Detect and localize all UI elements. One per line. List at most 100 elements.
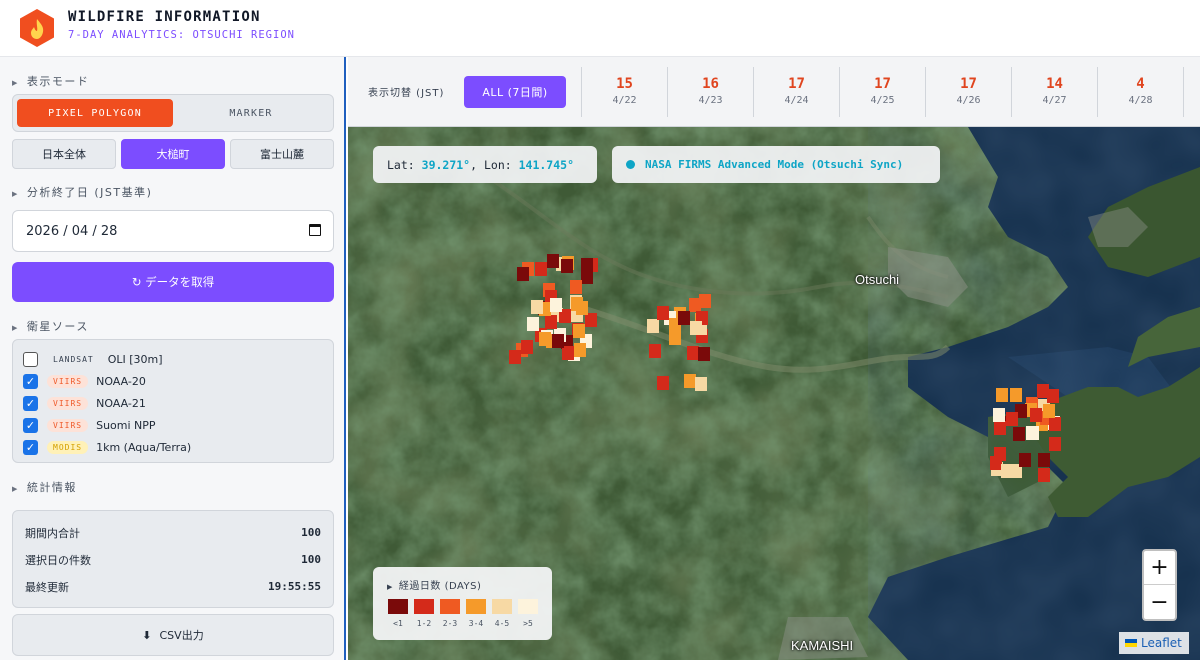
legend-label: 3-4 (468, 619, 484, 628)
fire-pixel[interactable] (509, 350, 521, 364)
marker-button[interactable]: MARKER (173, 99, 329, 127)
fire-pixel[interactable] (562, 346, 574, 360)
fire-pixel[interactable] (531, 300, 543, 314)
fire-pixel[interactable] (1030, 408, 1042, 422)
attribution-link[interactable]: Leaflet (1141, 636, 1182, 650)
fire-pixel[interactable] (585, 313, 597, 327)
fire-pixel[interactable] (657, 306, 669, 320)
end-date-input[interactable]: 2026 / 04 / 28 (12, 210, 334, 252)
fire-pixel[interactable] (669, 331, 681, 345)
fire-pixel[interactable] (581, 270, 593, 284)
zoom-in-button[interactable]: + (1144, 551, 1175, 585)
fire-pixel[interactable] (571, 297, 583, 311)
satellite-source-list: LANDSAT OLI [30m] ✓ VIIRS NOAA-20 ✓ VIIR… (12, 339, 334, 463)
region-fuji-button[interactable]: 富士山麓 (230, 139, 334, 169)
region-japan-button[interactable]: 日本全体 (12, 139, 116, 169)
checkbox-noaa20[interactable]: ✓ (23, 373, 38, 389)
day-tab-4-27[interactable]: 14 4/27 (1011, 67, 1097, 117)
fire-pixel[interactable] (1013, 427, 1025, 441)
checkbox-suomi[interactable]: ✓ (23, 417, 38, 433)
day-tab-4-26[interactable]: 17 4/26 (925, 67, 1011, 117)
firms-status-text: NASA FIRMS Advanced Mode (Otsuchi Sync) (645, 158, 904, 171)
all-days-button[interactable]: ALL (7日間) (464, 76, 566, 108)
fire-pixel[interactable] (535, 262, 547, 276)
day-tab-4-22[interactable]: 15 4/22 (581, 67, 667, 117)
checkbox-modis[interactable]: ✓ (23, 439, 38, 455)
fire-pixel[interactable] (1038, 468, 1050, 482)
legend-label: 4-5 (494, 619, 510, 628)
calendar-icon[interactable] (309, 224, 321, 236)
fire-pixel[interactable] (573, 324, 585, 338)
satellite-row-suomi: ✓ VIIRS Suomi NPP (23, 414, 333, 436)
lon-label: Lon: (483, 157, 512, 172)
fire-pixel[interactable] (994, 447, 1006, 461)
triangle-icon: ▶ (12, 79, 19, 87)
fire-pixel[interactable] (684, 374, 696, 388)
fire-pixel[interactable] (547, 254, 559, 268)
section-heading-stats: ▶ 統計情報 (12, 481, 77, 494)
fire-pixel[interactable] (1049, 417, 1061, 431)
fire-pixel[interactable] (581, 258, 593, 272)
day-tab-4-25[interactable]: 17 4/25 (839, 67, 925, 117)
stat-row-total: 期間内合計 100 (25, 519, 321, 546)
stat-row-selected: 選択日の件数 100 (25, 546, 321, 573)
stat-value: 19:55:55 (268, 580, 321, 593)
legend-label: <1 (393, 619, 403, 628)
fire-pixel[interactable] (521, 340, 533, 354)
fire-pixel[interactable] (1010, 388, 1022, 402)
fire-pixel[interactable] (527, 317, 539, 331)
section-heading-end-date: ▶ 分析終了日 (JST基準) (12, 186, 153, 199)
display-mode-toggle: PIXEL POLYGON MARKER (12, 94, 334, 132)
day-tab-4-28[interactable]: 4 4/28 (1097, 67, 1183, 117)
fire-pixel[interactable] (1043, 404, 1055, 418)
fire-pixel[interactable] (687, 346, 699, 360)
fire-pixel[interactable] (539, 332, 551, 346)
leaflet-attribution[interactable]: Leaflet (1119, 632, 1189, 654)
fire-pixel[interactable] (993, 408, 1005, 422)
fetch-data-button[interactable]: ↻ データを取得 (12, 262, 334, 302)
fire-pixel[interactable] (1019, 453, 1031, 467)
fire-pixel[interactable] (678, 311, 690, 325)
fire-pixel[interactable] (647, 319, 659, 333)
fire-pixel[interactable] (574, 343, 586, 357)
fire-pixel[interactable] (1037, 384, 1049, 398)
map-view[interactable]: 表示切替 (JST) ALL (7日間) 15 4/22 16 4/23 17 4/2… (348, 57, 1200, 660)
fire-pixel[interactable] (552, 334, 564, 348)
fire-pixel[interactable] (561, 259, 573, 273)
fire-pixel[interactable] (699, 294, 711, 308)
fire-pixel[interactable] (698, 347, 710, 361)
checkbox-noaa21[interactable]: ✓ (23, 395, 38, 411)
satellite-label: NOAA-21 (96, 396, 146, 410)
fire-pixel[interactable] (690, 321, 702, 335)
region-otsuchi-button[interactable]: 大槌町 (121, 139, 225, 169)
csv-export-button[interactable]: ⬇ CSV出力 (12, 614, 334, 656)
legend-swatch (414, 599, 434, 614)
cursor-coordinates: Lat: 39.271°, Lon: 141.745° (373, 146, 597, 183)
legend-swatch (388, 599, 408, 614)
fire-pixel[interactable] (545, 315, 557, 329)
fire-pixel[interactable] (657, 376, 669, 390)
fire-pixel[interactable] (996, 388, 1008, 402)
app-title: WILDFIRE INFORMATION (68, 9, 261, 25)
fire-pixel[interactable] (1049, 437, 1061, 451)
legend-swatch (492, 599, 512, 614)
fire-pixel[interactable] (517, 267, 529, 281)
fire-pixel[interactable] (550, 298, 562, 312)
day-tab-4-23[interactable]: 16 4/23 (667, 67, 753, 117)
place-label-otsuchi: Otsuchi (855, 272, 900, 287)
checkbox-landsat[interactable] (23, 351, 38, 367)
fire-pixel[interactable] (1038, 453, 1050, 467)
fire-pixel[interactable] (570, 280, 582, 294)
fire-pixel[interactable] (1026, 426, 1038, 440)
zoom-out-button[interactable]: − (1144, 586, 1175, 619)
fire-pixel[interactable] (1001, 464, 1013, 478)
app-subtitle: 7-DAY ANALYTICS: OTSUCHI REGION (68, 29, 295, 41)
sensor-tag: VIIRS (47, 396, 89, 410)
pixel-polygon-button[interactable]: PIXEL POLYGON (17, 99, 173, 127)
fire-pixel[interactable] (649, 344, 661, 358)
fire-pixel[interactable] (1006, 412, 1018, 426)
fire-pixel[interactable] (695, 377, 707, 391)
stat-value: 100 (301, 553, 321, 566)
fire-pixel[interactable] (994, 421, 1006, 435)
day-tab-4-24[interactable]: 17 4/24 (753, 67, 839, 117)
